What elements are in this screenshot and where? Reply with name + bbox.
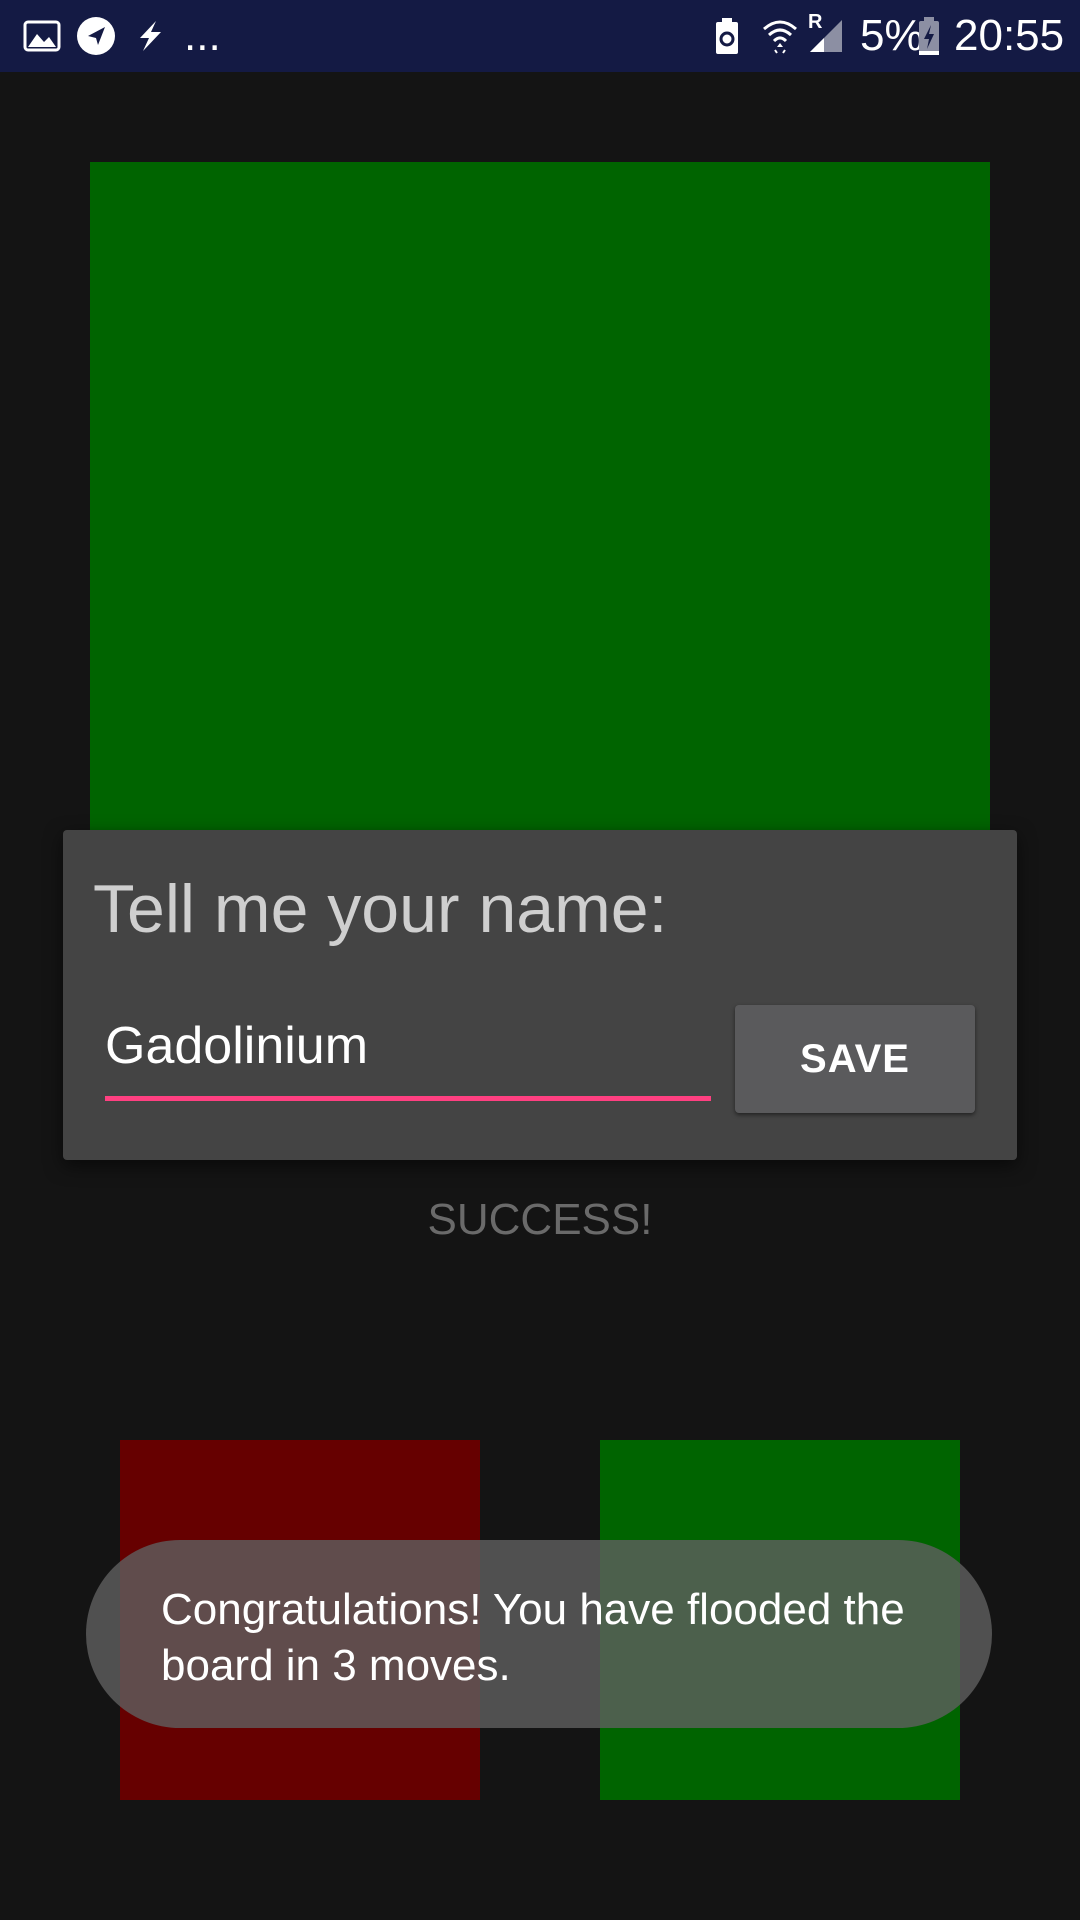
battery-saver-icon — [713, 0, 741, 72]
save-button[interactable]: SAVE — [735, 1005, 975, 1113]
toast-message: Congratulations! You have flooded the bo… — [161, 1585, 905, 1690]
game-board — [90, 162, 990, 830]
battery-percent: 5% — [860, 11, 924, 60]
name-input[interactable] — [105, 1010, 711, 1082]
result-status: SUCCESS! — [427, 1195, 653, 1244]
image-icon — [22, 0, 62, 72]
dialog-title: Tell me your name: — [93, 871, 668, 947]
signal-icon — [808, 0, 844, 72]
battery-charging-icon — [917, 0, 941, 72]
notification-overflow: ... — [184, 11, 221, 60]
wifi-icon — [760, 0, 800, 72]
toast: Congratulations! You have flooded the bo… — [86, 1540, 992, 1728]
clock: 20:55 — [954, 11, 1065, 60]
input-underline — [105, 1096, 711, 1101]
send-icon — [76, 0, 116, 72]
status-bar: ... R 5% 20:55 — [0, 0, 1080, 72]
flash-icon — [130, 0, 170, 72]
name-dialog: Tell me your name: SAVE — [63, 830, 1017, 1160]
